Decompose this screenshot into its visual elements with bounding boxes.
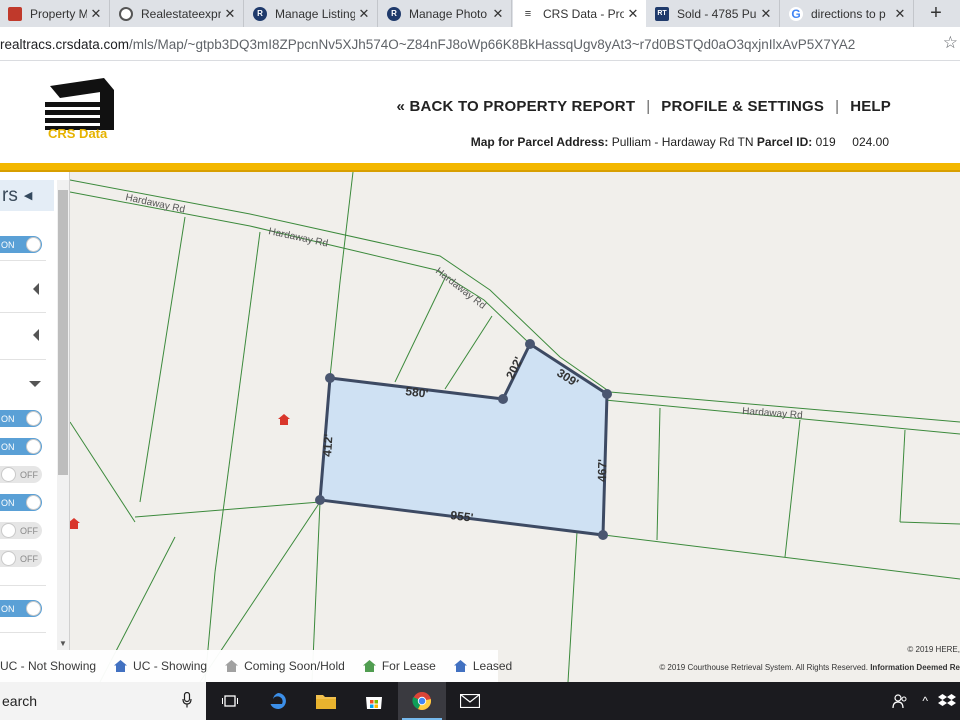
people-icon[interactable] [892, 693, 908, 709]
layer-toggle[interactable]: ON [0, 236, 42, 253]
dimension-label: 467' [595, 459, 609, 482]
layer-toggle[interactable]: ON [0, 600, 42, 617]
legend-item-uc-showing: UC - Showing [114, 659, 207, 673]
layer-toggle[interactable]: OFF [0, 550, 42, 567]
rt-favicon-icon: RT [655, 6, 669, 21]
house-icon [362, 660, 376, 672]
house-icon [225, 660, 239, 672]
task-view-icon[interactable] [206, 682, 254, 720]
collapse-section-icon[interactable] [29, 381, 41, 387]
browser-tab-manage-listing[interactable]: R Manage Listing ✕ [245, 0, 378, 27]
panel-divider [0, 359, 46, 360]
vertex-handle[interactable] [325, 373, 335, 383]
browser-tab-property-manager[interactable]: Property Mana ✕ [0, 0, 110, 27]
nav-separator: | [835, 98, 840, 115]
layer-toggle[interactable]: OFF [0, 522, 42, 539]
favicon-square-icon [8, 6, 22, 21]
dimension-label: 412' [320, 433, 336, 457]
google-icon: G [789, 6, 803, 21]
parcel-id: 019 024.00 [815, 135, 889, 149]
browser-tab-bar: Property Mana ✕ Realestateexpr ✕ R Manag… [0, 0, 960, 27]
panel-divider [0, 260, 46, 261]
browser-tab-realestateexpress[interactable]: Realestateexpr ✕ [111, 0, 244, 27]
scroll-down-arrow-icon[interactable]: ▼ [59, 639, 67, 648]
vertex-handle[interactable] [598, 530, 608, 540]
browser-tab-manage-photos[interactable]: R Manage Photo ✕ [379, 0, 512, 27]
panel-divider [0, 632, 46, 633]
close-tab-icon[interactable]: ✕ [891, 6, 909, 22]
dropbox-icon[interactable] [938, 694, 956, 708]
layer-toggle[interactable]: OFF [0, 466, 42, 483]
close-tab-icon[interactable]: ✕ [355, 6, 373, 22]
site-header: CRS Data « BACK TO PROPERTY REPORT | PRO… [0, 62, 960, 163]
bookmark-star-icon[interactable]: ☆ [943, 33, 958, 53]
parcel-map[interactable]: Hardaway Rd Hardaway Rd Hardaway Rd Hard… [0, 172, 960, 682]
rt-favicon-icon: R [253, 6, 267, 21]
house-marker-icon[interactable] [278, 414, 290, 425]
vertex-handle[interactable] [498, 394, 508, 404]
panel-divider [0, 585, 46, 586]
browser-tab-crs-data[interactable]: ≡ CRS Data - Pro ✕ [513, 0, 646, 27]
taskbar-search-box[interactable]: earch [0, 682, 206, 720]
browser-tab-directions[interactable]: G directions to p ✕ [781, 0, 914, 27]
close-tab-icon[interactable]: ✕ [221, 6, 239, 22]
legend-item-leased: Leased [453, 659, 512, 673]
house-icon [453, 660, 467, 672]
close-tab-icon[interactable]: ✕ [624, 6, 642, 22]
chrome-browser-icon[interactable] [398, 682, 446, 720]
tray-chevron-up-icon[interactable]: ^ [922, 694, 928, 708]
system-tray: ^ [892, 682, 960, 720]
road-label: Hardaway Rd [742, 406, 803, 421]
file-explorer-icon[interactable] [302, 682, 350, 720]
road-label: Hardaway Rd [433, 266, 488, 312]
collapse-panel-icon[interactable]: ◀ [24, 189, 32, 202]
profile-settings-link[interactable]: PROFILE & SETTINGS [661, 98, 824, 115]
parcel-address: Pulliam - Hardaway Rd TN [611, 135, 754, 149]
vertex-handle[interactable] [315, 495, 325, 505]
browser-tab-sold-listing[interactable]: RT Sold - 4785 Pu ✕ [647, 0, 780, 27]
nav-separator: | [646, 98, 651, 115]
dimension-label: 955' [450, 508, 475, 525]
layer-toggle[interactable]: ON [0, 410, 42, 427]
map-canvas[interactable]: Hardaway Rd Hardaway Rd Hardaway Rd Hard… [0, 172, 960, 682]
panel-scrollbar[interactable]: ▼ [57, 180, 69, 650]
panel-divider [0, 312, 46, 313]
legend-item-uc-not-showing: UC - Not Showing [0, 659, 97, 673]
legend-item-for-lease: For Lease [362, 659, 436, 673]
logo-text: CRS Data [48, 126, 108, 141]
back-to-property-report-link[interactable]: « BACK TO PROPERTY REPORT [397, 98, 636, 115]
help-link[interactable]: HELP [850, 98, 891, 115]
close-tab-icon[interactable]: ✕ [489, 6, 507, 22]
close-tab-icon[interactable]: ✕ [87, 6, 105, 22]
new-tab-button[interactable]: + [918, 0, 954, 27]
rt-favicon-icon: R [387, 6, 401, 21]
map-legend: UC - Not Showing UC - Showing Coming Soo… [0, 650, 512, 682]
mail-icon[interactable] [446, 682, 494, 720]
address-bar[interactable]: realtracs.crsdata.com/mls/Map/~gtpb3DQ3m… [0, 27, 960, 61]
vertex-handle[interactable] [602, 389, 612, 399]
house-icon [114, 660, 128, 672]
microphone-icon[interactable] [182, 692, 192, 708]
layers-panel-header[interactable]: rs ◀ [0, 180, 54, 211]
legend-item-coming-soon: Coming Soon/Hold [225, 659, 345, 673]
header-accent-bar [0, 163, 960, 172]
vertex-handle[interactable] [525, 339, 535, 349]
crs-favicon-icon: ≡ [524, 7, 532, 20]
dimension-label: 580' [405, 384, 430, 401]
url-text[interactable]: realtracs.crsdata.com/mls/Map/~gtpb3DQ3m… [0, 37, 855, 52]
layer-toggle[interactable]: ON [0, 494, 42, 511]
windows-taskbar: earch ^ [0, 682, 960, 720]
parcel-info: Map for Parcel Address: Pulliam - Hardaw… [470, 135, 889, 149]
expand-section-icon[interactable] [33, 329, 39, 341]
layer-toggle[interactable]: ON [0, 438, 42, 455]
scrollbar-thumb[interactable] [58, 190, 68, 475]
edge-browser-icon[interactable] [254, 682, 302, 720]
close-tab-icon[interactable]: ✕ [757, 6, 775, 22]
top-navigation: « BACK TO PROPERTY REPORT | PROFILE & SE… [397, 98, 891, 115]
expand-section-icon[interactable] [33, 283, 39, 295]
layers-panel: rs ◀ ON ON ON OFF ON OFF OFF ON ▼ [0, 172, 70, 650]
globe-icon [119, 6, 133, 21]
store-icon[interactable] [350, 682, 398, 720]
